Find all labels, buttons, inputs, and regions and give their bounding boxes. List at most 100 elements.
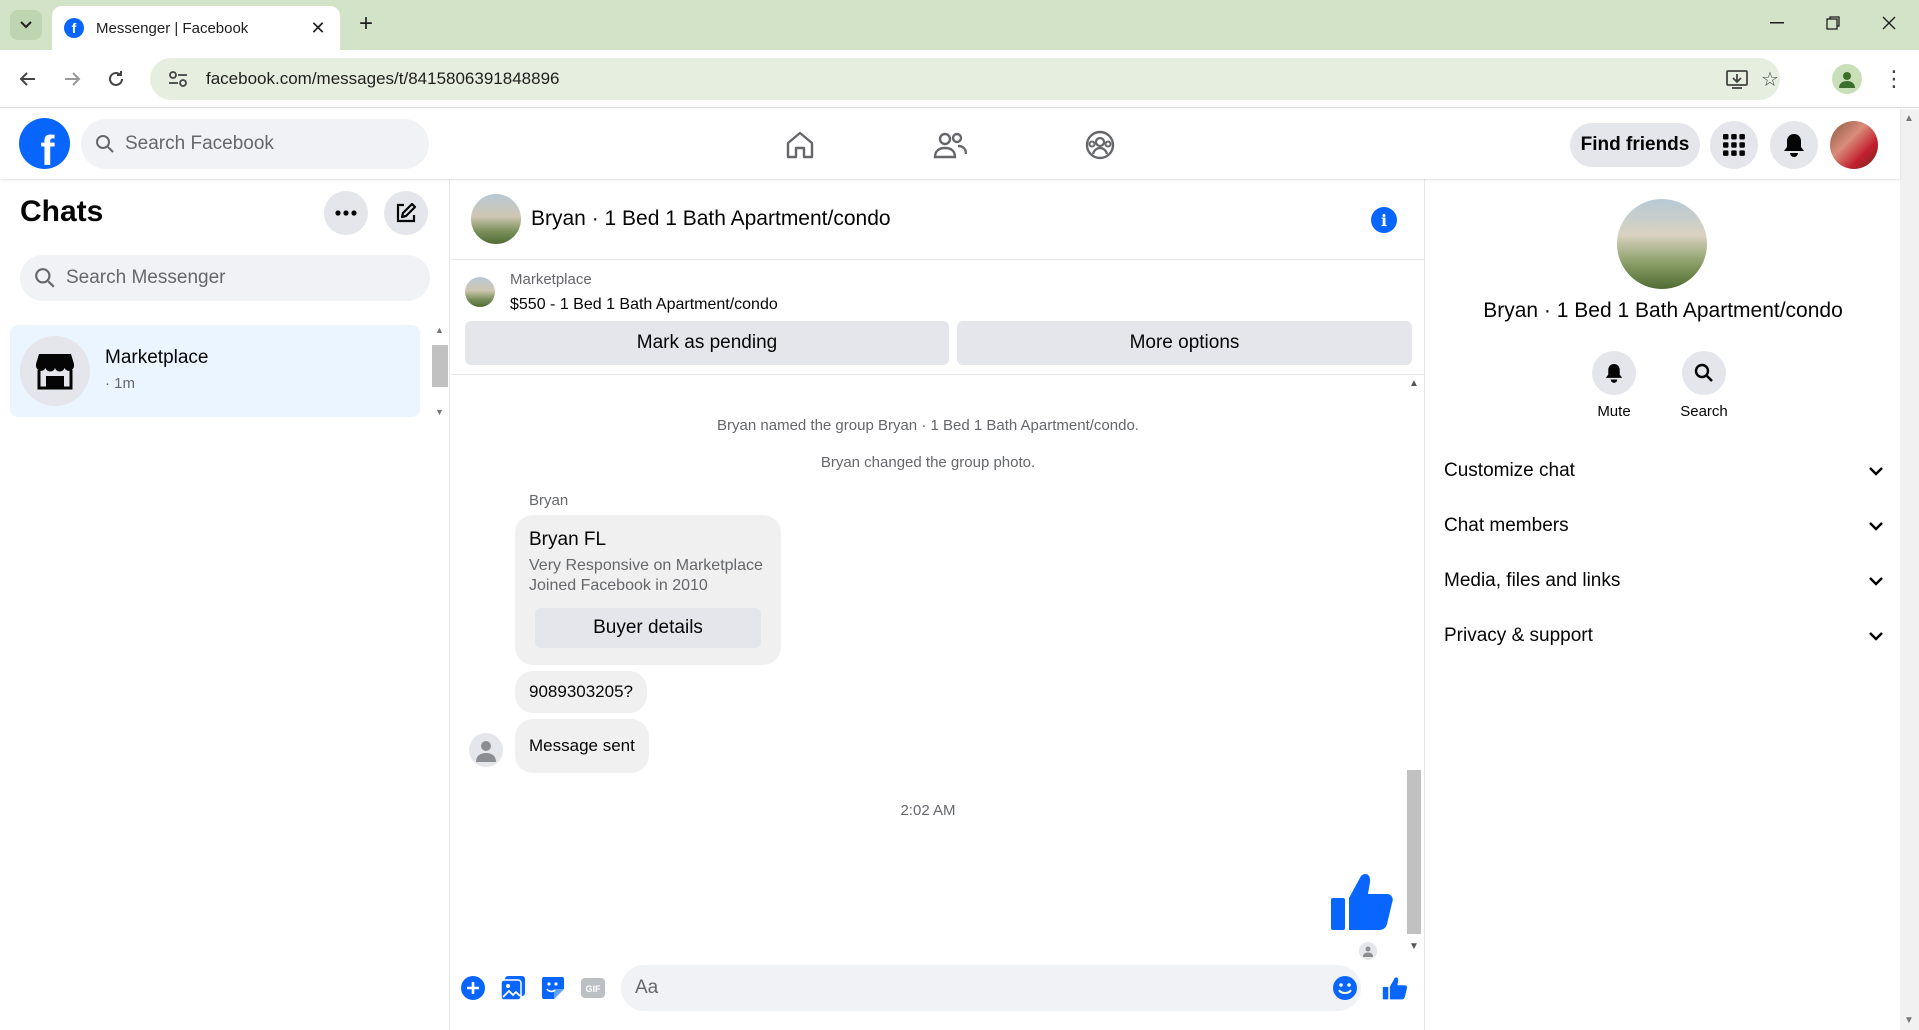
home-icon: [786, 131, 814, 159]
facebook-search-input[interactable]: Search Facebook: [81, 119, 429, 169]
gif-button[interactable]: GIF: [579, 974, 607, 1002]
privacy-support-section[interactable]: Privacy & support: [1444, 616, 1884, 656]
section-label: Chat members: [1444, 515, 1569, 536]
home-nav-button[interactable]: [780, 125, 820, 165]
menu-grid-button[interactable]: [1710, 121, 1758, 169]
info-icon[interactable]: i: [1371, 207, 1397, 233]
message-bubble[interactable]: Message sent: [515, 719, 649, 773]
scroll-down-arrow-icon[interactable]: ▼: [1409, 941, 1419, 952]
message-bubble[interactable]: 9089303205?: [515, 671, 648, 713]
group-avatar[interactable]: [471, 194, 521, 244]
chat-members-section[interactable]: Chat members: [1444, 506, 1884, 546]
media-files-links-section[interactable]: Media, files and links: [1444, 561, 1884, 601]
attach-photo-button[interactable]: [499, 974, 527, 1002]
search-in-conversation-button[interactable]: [1682, 351, 1726, 395]
scroll-up-arrow-icon[interactable]: ▲: [1409, 378, 1419, 389]
emoji-button[interactable]: [1331, 974, 1359, 1002]
message-input-placeholder: Aa: [635, 977, 659, 998]
close-icon: [1882, 16, 1896, 30]
plus-circle-icon: [461, 976, 485, 1000]
chat-list-item[interactable]: Marketplace · 1m: [10, 325, 420, 417]
friends-nav-button[interactable]: [930, 125, 970, 165]
customize-chat-section[interactable]: Customize chat: [1444, 451, 1884, 491]
facebook-logo[interactable]: f: [19, 118, 70, 169]
groups-nav-button[interactable]: [1080, 125, 1120, 165]
notifications-button[interactable]: [1770, 121, 1818, 169]
mute-action[interactable]: Mute: [1584, 351, 1644, 420]
url-text: facebook.com/messages/t/8415806391848896: [206, 69, 560, 88]
person-icon: [476, 741, 496, 762]
chat-item-name: Marketplace: [105, 347, 209, 368]
chat-list-scrollbar[interactable]: ▲ ▼: [430, 325, 448, 417]
compose-icon: [396, 202, 417, 223]
back-button[interactable]: [12, 63, 44, 95]
facebook-header: f Search Facebook Find friends: [0, 109, 1900, 179]
system-message: Bryan changed the group photo.: [820, 454, 1036, 471]
search-icon: [96, 135, 114, 153]
browser-toolbar: facebook.com/messages/t/8415806391848896…: [0, 50, 1919, 108]
listing-title[interactable]: $550 - 1 Bed 1 Bath Apartment/condo: [510, 296, 778, 314]
chats-options-button[interactable]: [324, 191, 368, 235]
mark-as-pending-button[interactable]: Mark as pending: [465, 321, 949, 365]
buyer-name: Bryan FL: [529, 529, 607, 550]
new-message-button[interactable]: [384, 191, 428, 235]
sticker-icon: [542, 977, 564, 999]
tab-close-icon[interactable]: ✕: [308, 18, 328, 39]
buyer-join-date: Joined Facebook in 2010: [529, 577, 708, 594]
message-list: Bryan named the group Bryan · 1 Bed 1 Ba…: [451, 376, 1425, 960]
sticker-button[interactable]: [539, 974, 567, 1002]
reload-button[interactable]: [100, 63, 132, 95]
scroll-up-arrow-icon[interactable]: ▲: [435, 325, 444, 335]
search-icon: [35, 268, 55, 288]
conversation-header: Bryan · 1 Bed 1 Bath Apartment/condo i: [451, 179, 1425, 260]
conversation-title[interactable]: Bryan · 1 Bed 1 Bath Apartment/condo: [531, 207, 891, 231]
account-avatar[interactable]: [1830, 121, 1878, 169]
messenger-search-input[interactable]: Search Messenger: [20, 255, 430, 301]
forward-button[interactable]: [56, 63, 88, 95]
address-bar[interactable]: facebook.com/messages/t/8415806391848896…: [150, 58, 1780, 100]
chats-title: Chats: [20, 195, 104, 228]
more-options-button[interactable]: More options: [957, 321, 1412, 365]
groups-icon: [1085, 130, 1115, 160]
restore-button[interactable]: [1810, 8, 1856, 38]
browser-tab[interactable]: f Messenger | Facebook ✕: [52, 6, 340, 50]
listing-thumbnail[interactable]: [465, 277, 495, 307]
install-app-icon[interactable]: [1722, 64, 1752, 94]
new-tab-button[interactable]: +: [352, 10, 380, 38]
buyer-details-button[interactable]: Buyer details: [535, 608, 761, 648]
minimize-button[interactable]: [1754, 8, 1800, 38]
back-arrow-icon: [19, 72, 35, 86]
forward-arrow-icon: [65, 72, 81, 86]
site-info-icon[interactable]: [166, 67, 190, 91]
find-friends-button[interactable]: Find friends: [1570, 123, 1700, 167]
message-list-scrollbar[interactable]: ▲ ▼: [1405, 376, 1423, 954]
search-action[interactable]: Search: [1674, 351, 1734, 420]
more-actions-button[interactable]: [459, 974, 487, 1002]
system-message: Bryan named the group Bryan · 1 Bed 1 Ba…: [717, 417, 1139, 434]
browser-menu-button[interactable]: ⋮: [1880, 64, 1908, 94]
seen-indicator-avatar: [1359, 942, 1377, 960]
close-window-button[interactable]: [1866, 8, 1912, 38]
thumbs-up-sticker[interactable]: [1329, 868, 1395, 934]
group-avatar-large[interactable]: [1617, 199, 1707, 289]
message-input[interactable]: Aa: [621, 965, 1361, 1011]
send-like-button[interactable]: [1381, 974, 1409, 1002]
scroll-down-arrow-icon[interactable]: ▼: [435, 407, 444, 417]
facebook-favicon-icon: f: [64, 18, 84, 38]
buyer-responsiveness: Very Responsive on Marketplace: [529, 557, 763, 574]
scrollbar-thumb[interactable]: [1407, 770, 1421, 934]
scroll-down-arrow-icon[interactable]: ▼: [1904, 1015, 1914, 1026]
sender-avatar[interactable]: [469, 733, 503, 767]
svg-text:GIF: GIF: [586, 984, 602, 994]
thumbs-up-icon: [1331, 874, 1393, 930]
tab-search-button[interactable]: [10, 10, 42, 40]
gif-icon: GIF: [581, 978, 605, 998]
scrollbar-thumb[interactable]: [432, 345, 448, 387]
reload-icon: [109, 71, 123, 86]
browser-profile-avatar[interactable]: [1832, 64, 1862, 94]
scroll-up-arrow-icon[interactable]: ▲: [1904, 113, 1914, 124]
bookmark-star-icon[interactable]: ☆: [1755, 64, 1785, 94]
section-label: Customize chat: [1444, 460, 1575, 481]
page-scrollbar[interactable]: ▲ ▼: [1900, 109, 1919, 1030]
mute-button[interactable]: [1592, 351, 1636, 395]
